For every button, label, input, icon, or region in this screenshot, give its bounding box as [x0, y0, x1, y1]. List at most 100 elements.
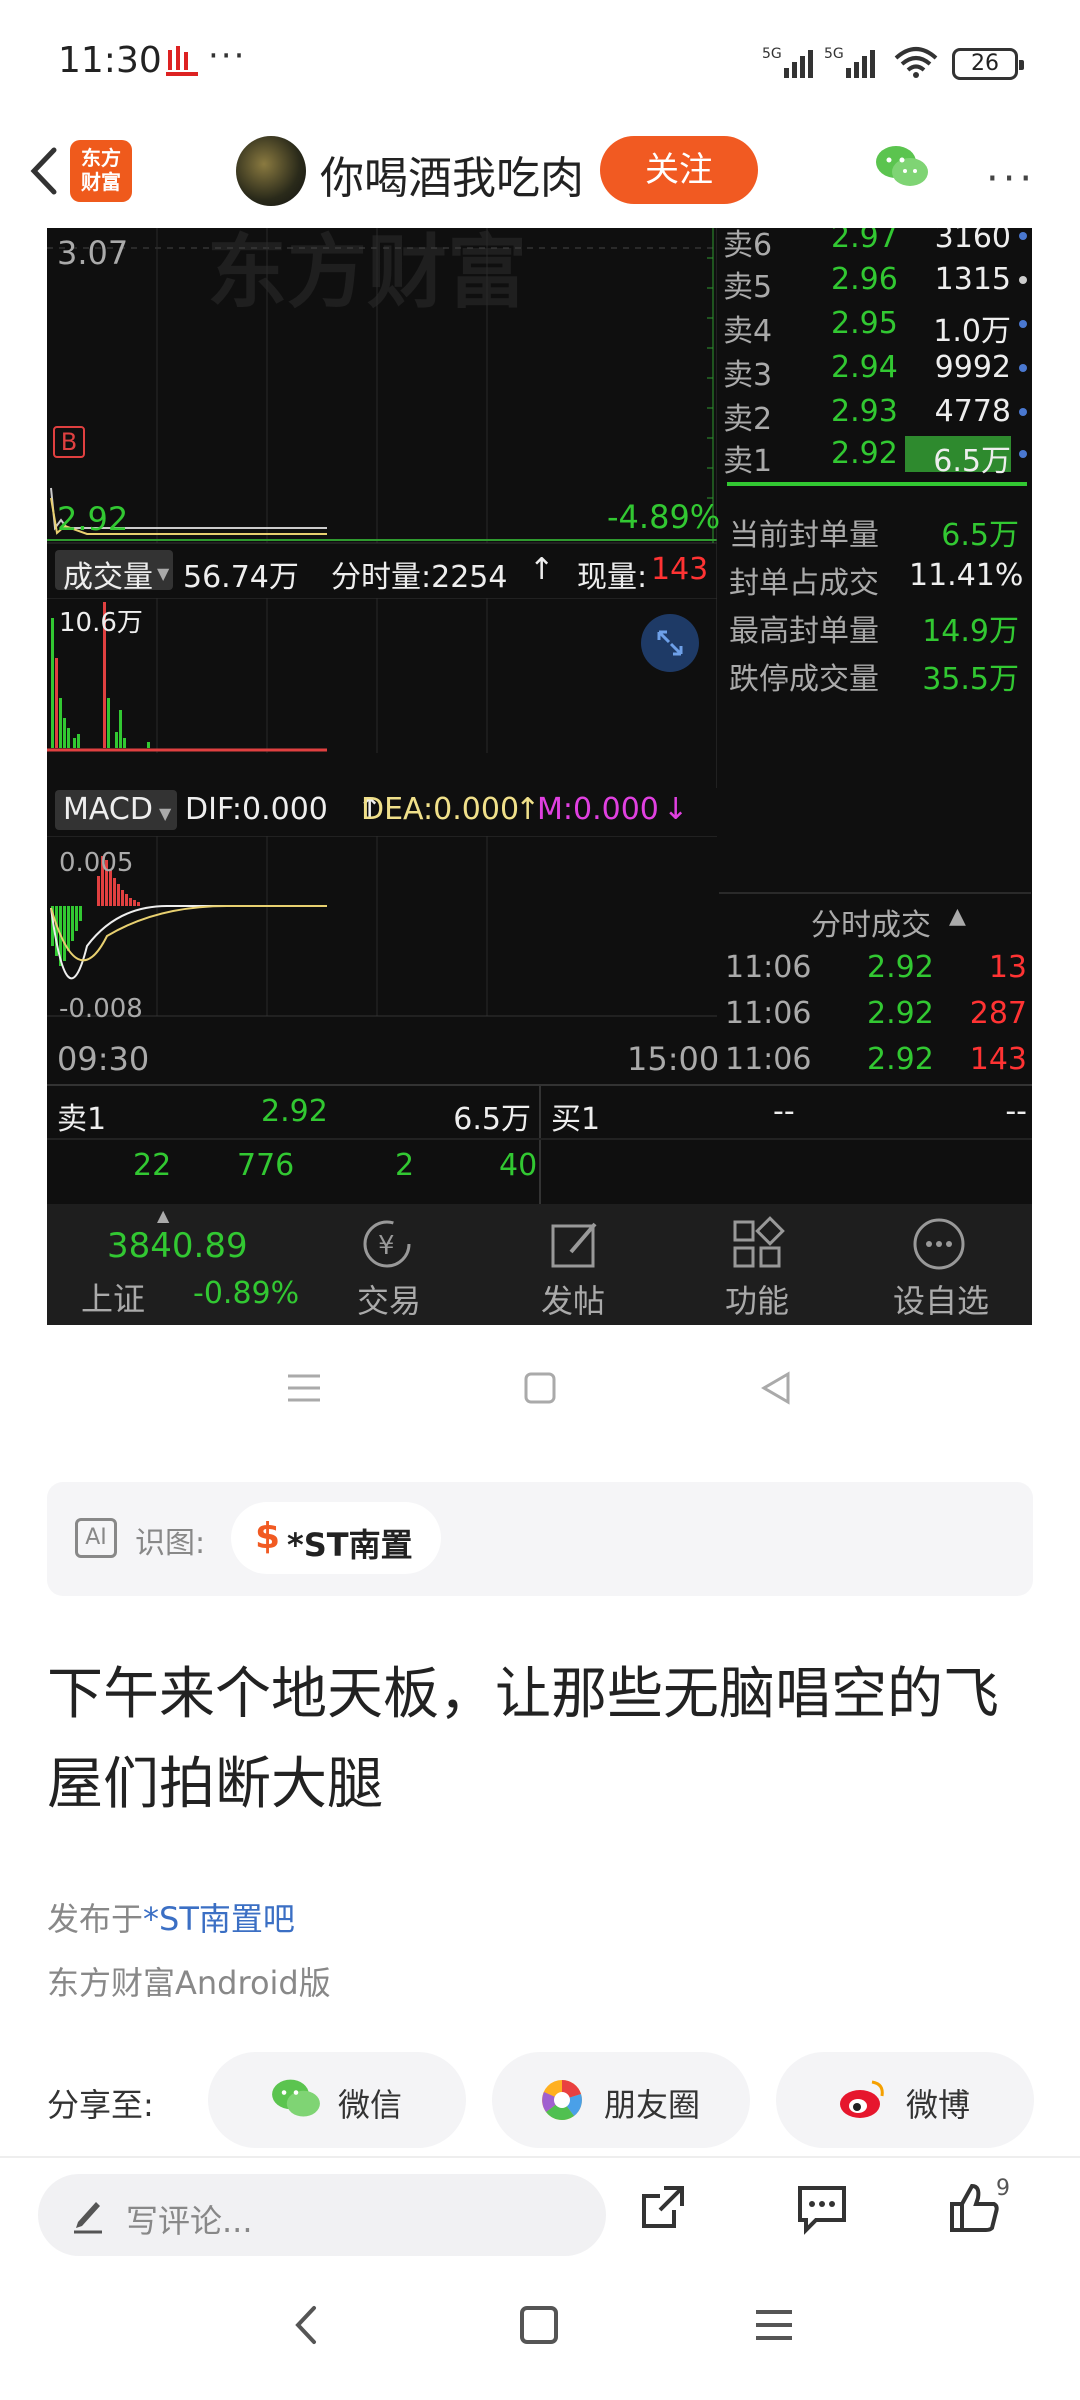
tab-post[interactable]: 发帖 [541, 1276, 605, 1322]
down-arrow-icon: ↓ [663, 792, 689, 827]
share-moments-button[interactable]: 朋友圈 [492, 2052, 750, 2148]
weibo-icon [840, 2080, 884, 2118]
battery-indicator: 26 [952, 48, 1024, 80]
wifi-icon [894, 47, 938, 78]
expand-chart-button[interactable] [641, 614, 699, 672]
share-wechat-button[interactable]: 微信 [208, 2052, 466, 2148]
price-axis-top: 3.07 [57, 234, 129, 272]
bottom-buy-label: 买1 [551, 1102, 601, 1137]
trade-icon: ¥ [363, 1220, 411, 1268]
tick-time: 11:06 [725, 996, 812, 1031]
macd-dea: DEA:0.000 [361, 792, 520, 827]
brand-line-2: 财富 [81, 170, 121, 194]
comment-input[interactable]: 写评论... [38, 2174, 606, 2256]
wechat-share-icon[interactable] [874, 142, 930, 192]
index-pct: -0.89% [193, 1276, 300, 1311]
divider [0, 2156, 1080, 2158]
stat-label: 跌停成交量 [729, 662, 879, 697]
tick-price: 2.92 [867, 950, 934, 985]
level-dots [1019, 232, 1027, 458]
share-weibo-button[interactable]: 微博 [776, 2052, 1034, 2148]
stat-label: 当前封单量 [729, 518, 879, 553]
tick-vol: 143 [969, 1042, 1027, 1077]
system-home-icon[interactable] [518, 2300, 562, 2350]
cellular-signal-icon: 5G [762, 46, 813, 78]
stat-value: 11.41% [909, 558, 1024, 593]
time-end: 15:00 [627, 1040, 720, 1078]
back-triangle-icon [761, 1371, 790, 1405]
back-arrow-icon[interactable] [16, 136, 76, 206]
change-percent: -4.89% [607, 498, 721, 536]
stock-screenshot-image[interactable]: 东方财富 3.07 B 2.92 -4.89% 卖6 2.97 3160 卖5 [47, 228, 1032, 1325]
share-moments-label: 朋友圈 [604, 2086, 701, 2124]
author-avatar[interactable] [236, 136, 306, 206]
sell-qty: 6.5万 [933, 444, 1011, 479]
tick-volume: 分时量:2254 [331, 560, 508, 595]
dropdown-icon: ▼ [159, 804, 172, 823]
macd-dif: DIF:0.000 [185, 792, 328, 827]
tick-vol: 13 [988, 950, 1027, 985]
tab-functions[interactable]: 功能 [725, 1276, 789, 1322]
stat-label: 封单占成交 [729, 566, 879, 601]
caret-up-icon: ▲ [157, 1206, 170, 1225]
tick-vol: 287 [969, 996, 1027, 1031]
sell-qty: 1315 [934, 262, 1011, 297]
stock-tag-pill[interactable]: $ *ST南置 [231, 1502, 441, 1574]
macd-axis-bottom: -0.008 [59, 994, 143, 1024]
sell-label: 卖4 [723, 314, 773, 349]
stat-value: 35.5万 [922, 662, 1019, 697]
macd-label: MACD [63, 792, 153, 827]
pen-icon [74, 2202, 102, 2234]
brand-logo[interactable]: 东方 财富 [70, 140, 132, 202]
like-thumb-icon[interactable] [946, 2180, 1002, 2236]
col-divider [539, 1086, 541, 1206]
sell-price: 2.96 [831, 262, 898, 297]
tab-add-watchlist[interactable]: 设自选 [893, 1276, 989, 1322]
comment-placeholder: 写评论... [126, 2202, 253, 2240]
system-menu-icon[interactable] [752, 2300, 796, 2350]
buy-marker-icon: B [53, 426, 85, 458]
index-value: 3840.89 [107, 1226, 248, 1266]
sell-price: 2.92 [831, 436, 898, 471]
forum-link[interactable]: *ST南置吧 [143, 1900, 295, 1938]
sell-price: 2.94 [831, 350, 898, 385]
order-book: 卖6 2.97 3160 卖5 2.96 1315 卖4 2.95 1.0万 卖… [723, 228, 1032, 488]
tick-time: 11:06 [725, 1042, 812, 1077]
sell-label: 卖6 [723, 228, 773, 263]
trade-count: 40 [499, 1148, 538, 1183]
image-recognition-box: AI 识图: $ *ST南置 [47, 1482, 1033, 1596]
share-label: 分享至: [47, 2086, 154, 2124]
sell-price: 2.93 [831, 394, 898, 429]
ai-label: 识图: [135, 1526, 206, 1561]
comment-icon[interactable] [794, 2180, 850, 2236]
sell-label: 卖2 [723, 402, 773, 437]
bottom-buy-price: -- [773, 1094, 795, 1129]
stat-label: 最高封单量 [729, 614, 879, 649]
tab-trade[interactable]: 交易 [357, 1276, 421, 1322]
signal-label: 5G [762, 46, 782, 62]
ticks-title[interactable]: 分时成交 [811, 900, 931, 944]
sell-qty: 1.0万 [933, 314, 1011, 349]
author-name[interactable]: 你喝酒我吃肉 [320, 142, 584, 206]
bottom-sell-label: 卖1 [57, 1102, 107, 1137]
moments-icon [542, 2080, 582, 2120]
home-icon [524, 1372, 556, 1404]
brand-line-1: 东方 [81, 146, 121, 170]
tick-price: 2.92 [867, 1042, 934, 1077]
share-out-icon[interactable] [634, 2180, 690, 2236]
sell-label: 卖3 [723, 358, 773, 393]
follow-button[interactable]: 关注 [600, 136, 758, 204]
more-circle-icon [913, 1218, 965, 1270]
volume-axis-max: 10.6万 [59, 608, 143, 638]
signal-label-2: 5G [824, 46, 844, 62]
more-options-icon[interactable]: ··· [986, 156, 1036, 202]
post-title: 下午来个地天板，让那些无脑唱空的飞屋们拍断大腿 [47, 1662, 999, 1817]
share-wechat-label: 微信 [338, 2086, 403, 2124]
price-axis-bottom: 2.92 [57, 500, 129, 538]
system-back-icon[interactable] [288, 2300, 324, 2350]
sell-qty: 9992 [934, 350, 1011, 385]
stock-tag-name: *ST南置 [287, 1526, 413, 1564]
dropdown-icon: ▼ [157, 564, 170, 583]
bottom-sell-qty: 6.5万 [453, 1102, 531, 1137]
trade-count: 22 [133, 1148, 172, 1183]
